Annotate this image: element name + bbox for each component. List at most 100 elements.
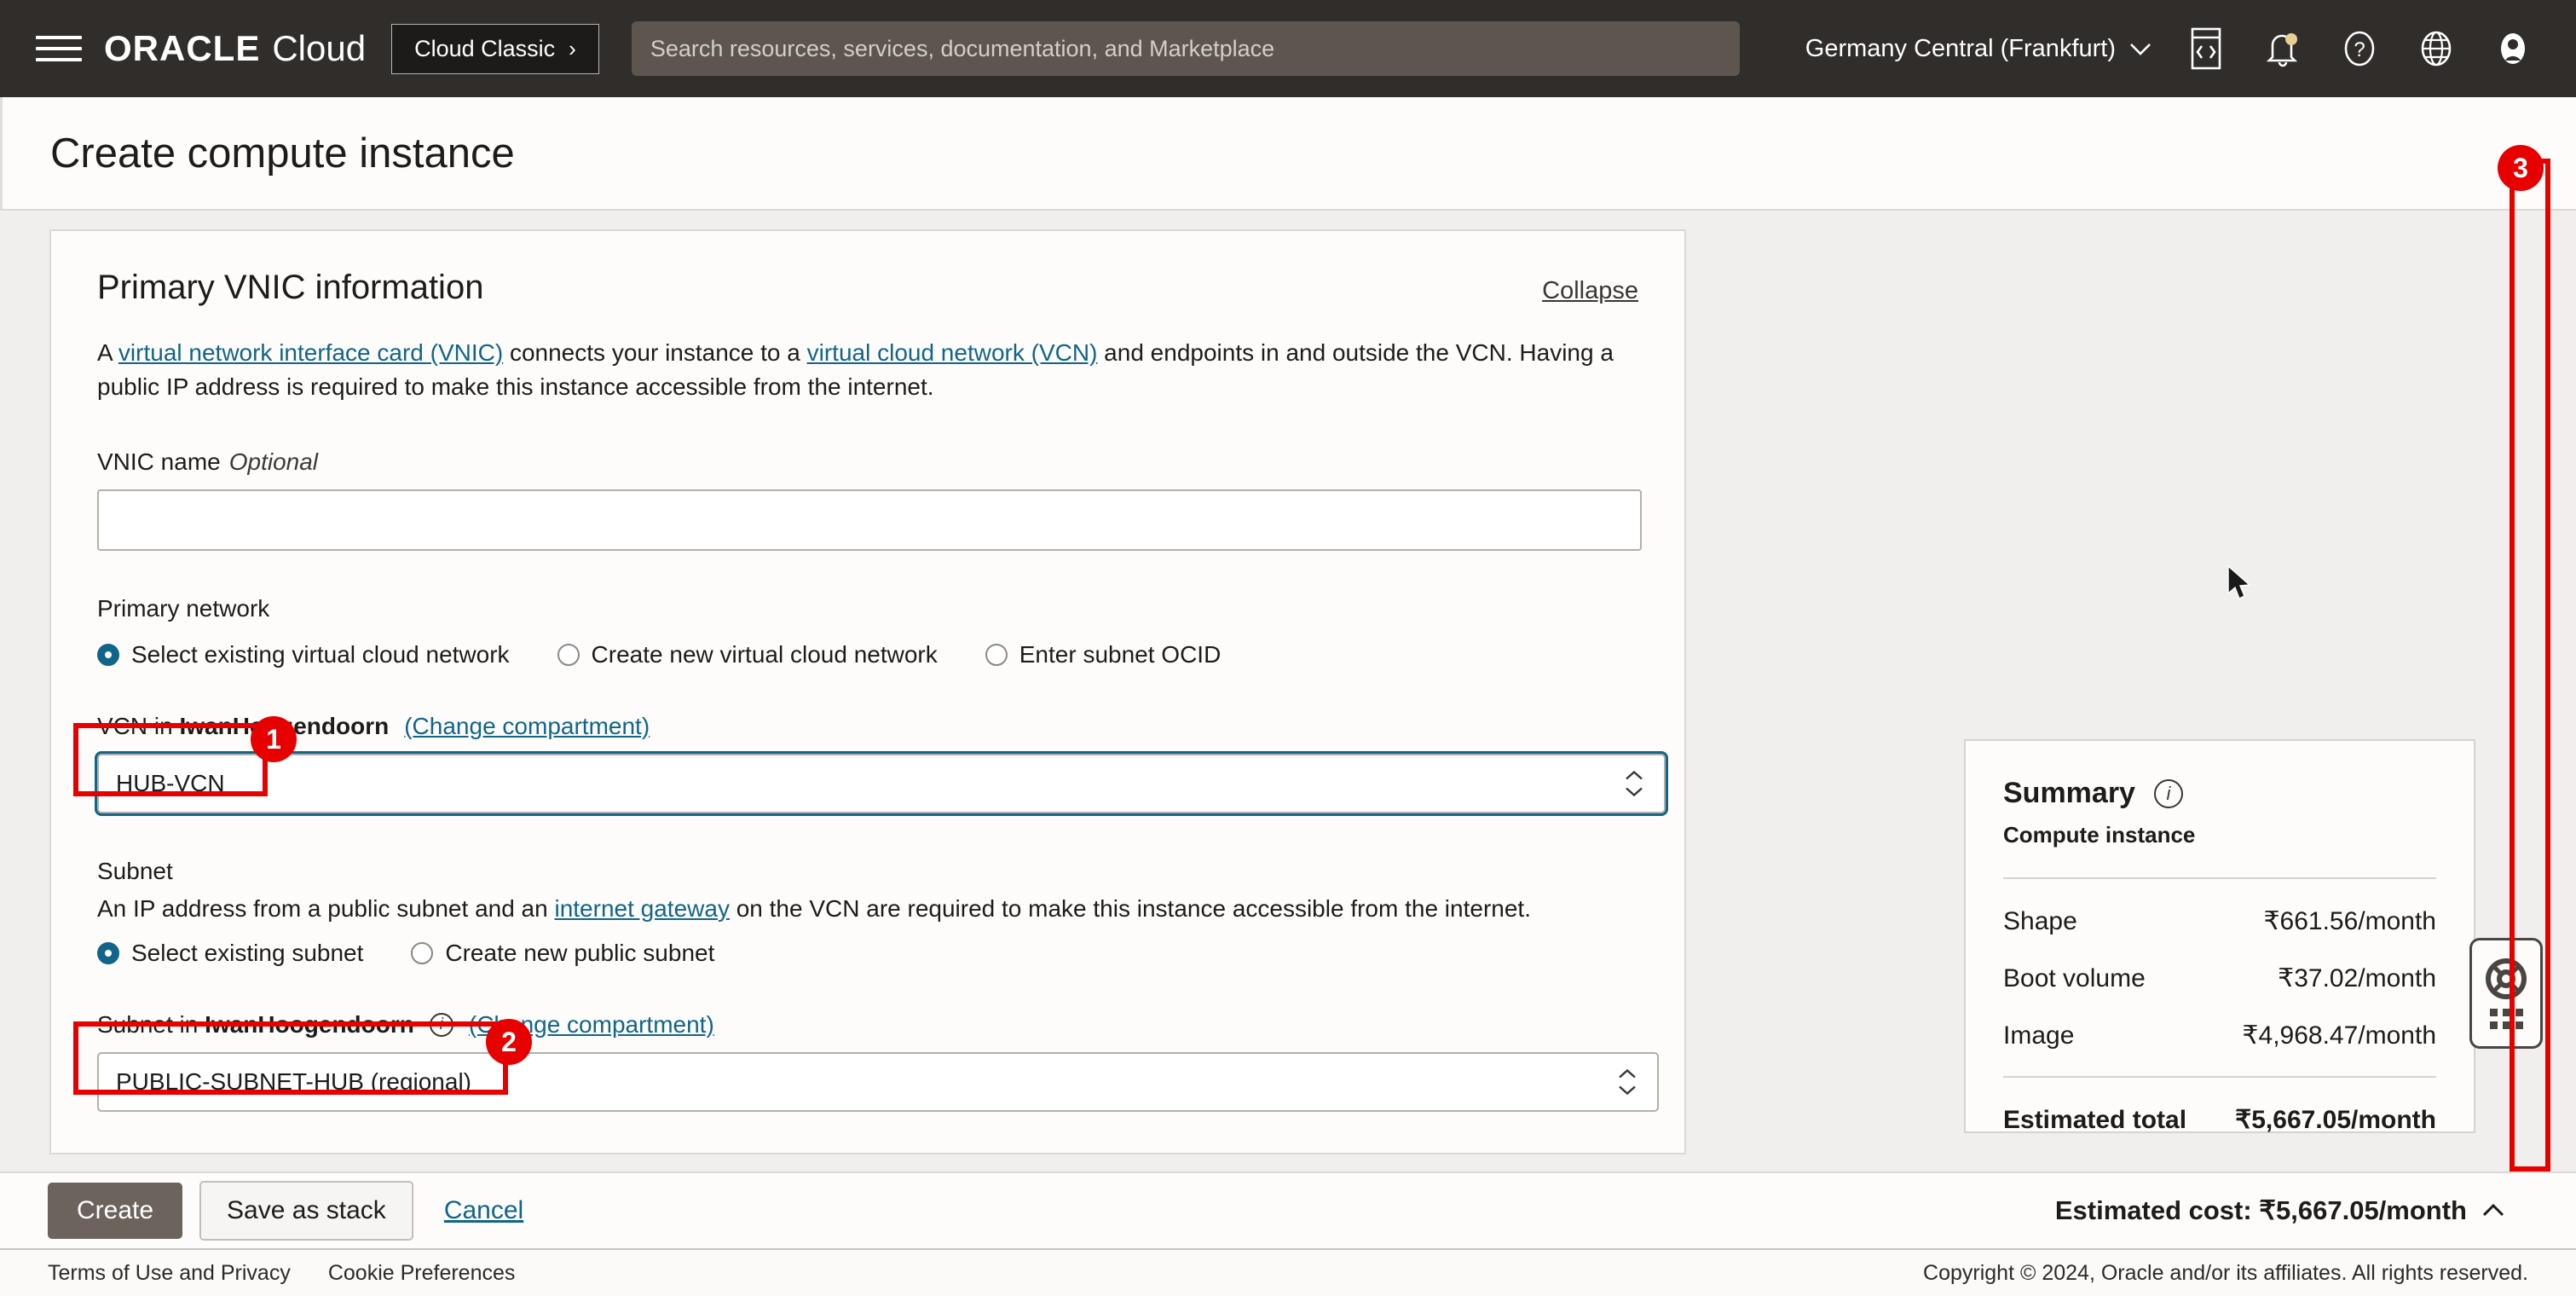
cloud-classic-button[interactable]: Cloud Classic ›: [391, 23, 599, 74]
annotation-badge-1: 1: [251, 716, 297, 762]
oracle-wordmark: ORACLE: [104, 28, 261, 68]
subnet-compartment-name: IwanHoogendoorn: [205, 1010, 414, 1038]
radio-label: Create new virtual cloud network: [591, 640, 938, 668]
subnet-heading: Subnet: [97, 857, 173, 884]
radio-button-icon[interactable]: [985, 643, 1008, 666]
card-title: Primary VNIC information: [97, 269, 484, 306]
radio-label: Select existing virtual cloud network: [131, 640, 510, 668]
content-area: Primary VNIC information Collapse A virt…: [0, 209, 2576, 1172]
region-label: Germany Central (Frankfurt): [1805, 34, 2116, 62]
hamburger-menu-icon[interactable]: [36, 30, 82, 67]
radio-button-icon[interactable]: [97, 941, 119, 964]
radio-select-existing-subnet[interactable]: Select existing subnet: [97, 940, 363, 967]
summary-divider-top: [2003, 877, 2436, 879]
cloud-wordmark: Cloud: [272, 28, 367, 68]
vcn-doc-link[interactable]: virtual cloud network (VCN): [807, 339, 1098, 366]
subnet-desc-post: on the VCN are required to make this ins…: [729, 894, 1531, 922]
page-title: Create compute instance: [50, 130, 515, 176]
summary-row-boot-volume: Boot volume ₹37.02/month: [2003, 963, 2436, 993]
radio-select-existing-vcn[interactable]: Select existing virtual cloud network: [97, 641, 510, 668]
mouse-cursor: [2227, 564, 2251, 599]
page-title-bar: Create compute instance: [0, 97, 2576, 209]
chevron-up-icon: [2482, 1203, 2504, 1217]
radio-label: Create new public subnet: [445, 939, 715, 966]
radio-enter-subnet-ocid[interactable]: Enter subnet OCID: [985, 641, 1221, 668]
vcn-selected-value: HUB-VCN: [116, 769, 225, 796]
summary-row-image: Image ₹4,968.47/month: [2003, 1021, 2436, 1050]
help-floating-button[interactable]: [2469, 938, 2543, 1049]
annotation-badge-2: 2: [486, 1019, 532, 1065]
subnet-select-stepper-icon[interactable]: [1616, 1067, 1638, 1096]
primary-vnic-information-card: Primary VNIC information Collapse A virt…: [49, 229, 1686, 1154]
primary-network-label: Primary network: [97, 594, 270, 622]
chevron-down-icon: [2130, 43, 2151, 55]
notifications-bell-icon[interactable]: [2259, 25, 2307, 72]
subnet-label: Subnet in IwanHoogendoorn: [97, 1010, 414, 1038]
subnet-selected-value: PUBLIC-SUBNET-HUB (regional): [116, 1067, 471, 1095]
search-input[interactable]: [650, 21, 1721, 76]
help-question-icon[interactable]: ?: [2336, 25, 2383, 72]
vnic-doc-link[interactable]: virtual network interface card (VNIC): [118, 339, 503, 366]
summary-total-value: ₹5,667.05/month: [2235, 1106, 2436, 1134]
vnic-name-input[interactable]: [97, 489, 1642, 551]
summary-row-label: Boot volume: [2003, 964, 2146, 992]
app-grid-icon[interactable]: [2489, 1009, 2523, 1029]
cancel-button[interactable]: Cancel: [444, 1196, 523, 1225]
radio-button-icon[interactable]: [411, 941, 434, 964]
footer-links: Terms of Use and Privacy Cookie Preferen…: [48, 1261, 515, 1286]
radio-create-new-public-subnet[interactable]: Create new public subnet: [411, 940, 714, 967]
summary-header: Summary i: [2003, 777, 2436, 810]
top-navigation-bar: ORACLE Cloud Cloud Classic › Germany Cen…: [0, 0, 2576, 97]
summary-row-value: ₹4,968.47/month: [2242, 1021, 2436, 1050]
card-description: A virtual network interface card (VNIC) …: [97, 336, 1632, 404]
svg-text:?: ?: [2354, 38, 2365, 61]
cookie-preferences-link[interactable]: Cookie Preferences: [328, 1261, 516, 1286]
copyright-text: Copyright © 2024, Oracle and/or its affi…: [1923, 1260, 2528, 1285]
region-selector[interactable]: Germany Central (Frankfurt): [1805, 35, 2153, 63]
summary-row-value: ₹661.56/month: [2263, 907, 2436, 935]
summary-row-shape: Shape ₹661.56/month: [2003, 906, 2436, 936]
language-globe-icon[interactable]: [2412, 25, 2460, 72]
summary-estimated-total: Estimated total ₹5,667.05/month: [2003, 1105, 2436, 1135]
subnet-radio-group: Select existing subnet Create new public…: [97, 940, 1638, 967]
subnet-desc-pre: An IP address from a public subnet and a…: [97, 894, 555, 922]
global-search-box[interactable]: [631, 21, 1740, 76]
summary-divider-bottom: [2003, 1076, 2436, 1078]
subnet-description: An IP address from a public subnet and a…: [97, 895, 1638, 923]
oracle-cloud-logo[interactable]: ORACLE Cloud: [104, 28, 366, 69]
cloud-shell-icon[interactable]: [2182, 25, 2230, 72]
estimated-cost-label: Estimated cost: ₹5,667.05/month: [2054, 1195, 2467, 1225]
summary-panel: Summary i Compute instance Shape ₹661.56…: [1964, 739, 2475, 1135]
annotation-badge-3: 3: [2498, 145, 2544, 191]
summary-total-label: Estimated total: [2003, 1106, 2187, 1134]
collapse-link[interactable]: Collapse: [1542, 277, 1638, 305]
vnic-name-optional-tag: Optional: [228, 448, 319, 475]
info-icon[interactable]: i: [429, 1012, 453, 1037]
chevron-right-icon: ›: [569, 36, 576, 61]
save-as-stack-button[interactable]: Save as stack: [199, 1181, 413, 1241]
cloud-classic-label: Cloud Classic: [414, 35, 556, 61]
estimated-cost-toggle[interactable]: Estimated cost: ₹5,667.05/month: [2055, 1195, 2528, 1226]
vcn-select[interactable]: HUB-VCN: [97, 753, 1666, 813]
internet-gateway-link[interactable]: internet gateway: [554, 895, 729, 922]
subnet-select[interactable]: PUBLIC-SUBNET-HUB (regional): [97, 1051, 1659, 1112]
topbar-right-group: Germany Central (Frankfurt) ?: [1805, 25, 2552, 72]
summary-row-label: Image: [2003, 1021, 2075, 1050]
vnic-name-label-text: VNIC name: [97, 448, 221, 475]
page-footer: Terms of Use and Privacy Cookie Preferen…: [0, 1248, 2576, 1296]
info-icon[interactable]: i: [2153, 778, 2183, 808]
subnet-compartment-row: Subnet in IwanHoogendoorn i (Change comp…: [97, 1011, 1638, 1039]
create-button[interactable]: Create: [48, 1183, 183, 1239]
summary-row-label: Shape: [2003, 907, 2077, 935]
desc-pre: A: [97, 339, 118, 366]
radio-button-icon[interactable]: [557, 643, 580, 666]
terms-of-use-link[interactable]: Terms of Use and Privacy: [48, 1261, 291, 1286]
vcn-select-stepper-icon[interactable]: [1623, 769, 1645, 797]
action-bar: Create Save as stack Cancel Estimated co…: [0, 1172, 2576, 1248]
summary-subtitle: Compute instance: [2003, 822, 2196, 848]
radio-label: Select existing subnet: [131, 939, 364, 966]
vcn-change-compartment-link[interactable]: (Change compartment): [404, 713, 650, 740]
radio-button-icon[interactable]: [97, 643, 119, 666]
radio-create-new-vcn[interactable]: Create new virtual cloud network: [557, 641, 938, 668]
user-avatar-icon[interactable]: [2489, 25, 2537, 72]
